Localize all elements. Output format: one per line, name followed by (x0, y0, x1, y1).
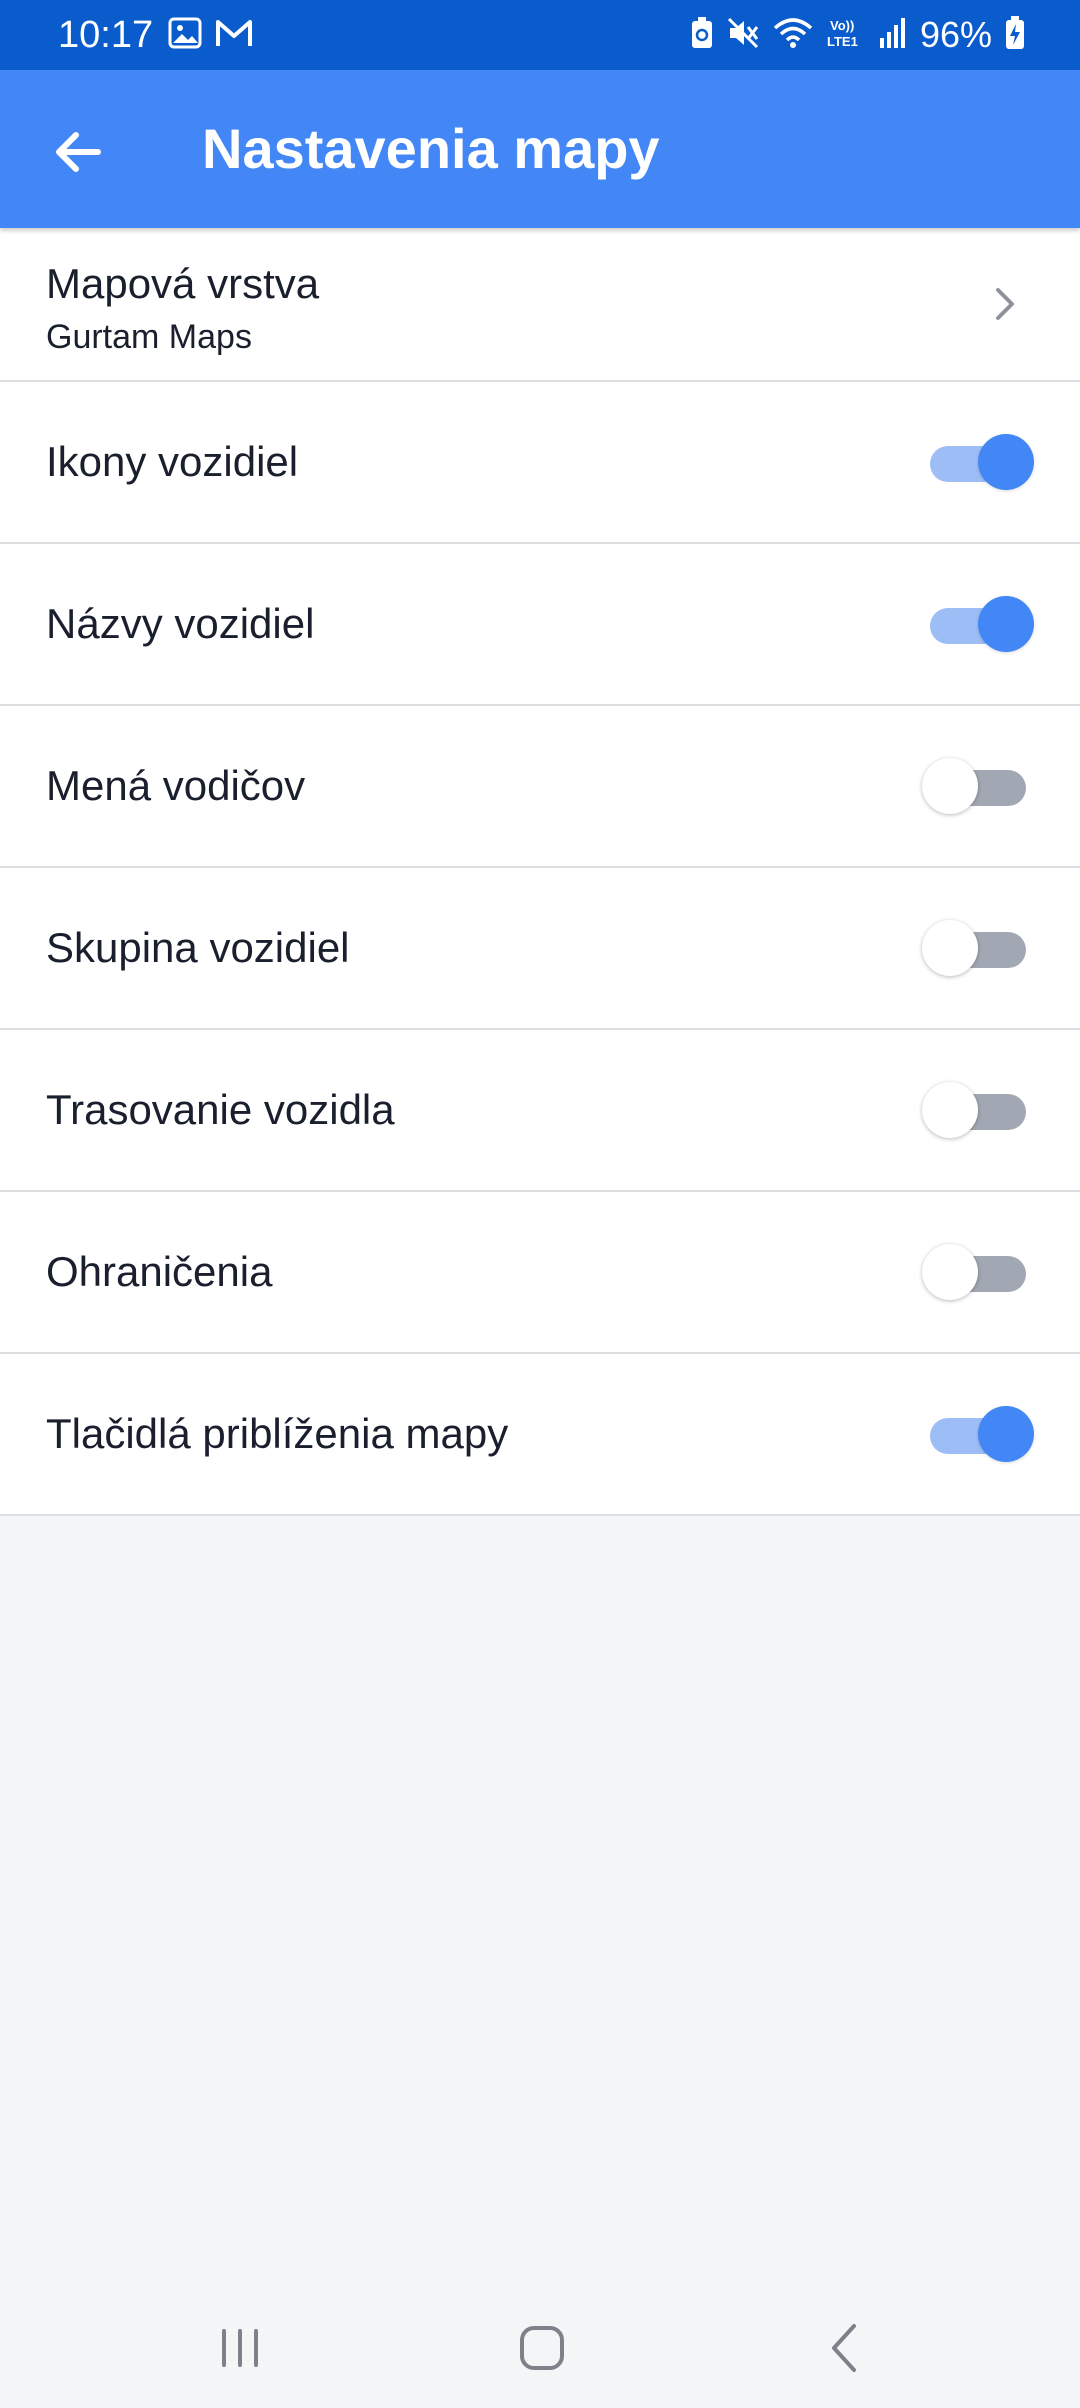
back-icon (832, 2324, 856, 2372)
toggle-switch[interactable] (928, 1406, 1034, 1462)
toggle-switch[interactable] (928, 434, 1034, 490)
toggle-knob (922, 758, 978, 814)
status-right-icons: Vo)) LTE1 96% (690, 12, 1026, 58)
page-title: Nastavenia mapy (202, 117, 660, 180)
toggle-knob (922, 1244, 978, 1300)
system-nav-bar (0, 2278, 1080, 2408)
svg-text:Vo)): Vo)) (830, 18, 854, 33)
gmail-icon (214, 16, 254, 55)
status-left-icons (168, 16, 254, 55)
toggle-switch[interactable] (922, 1244, 1028, 1300)
setting-row-vehicle-names: Názvy vozidiel (0, 544, 1080, 706)
wifi-icon (772, 16, 814, 55)
setting-row-zoom-buttons: Tlačidlá priblíženia mapy (0, 1354, 1080, 1516)
map-layer-value: Gurtam Maps (46, 318, 252, 356)
status-bar: 10:17 Vo)) LTE1 96% (0, 0, 1080, 70)
system-back-button[interactable] (806, 2308, 886, 2388)
map-layer-row[interactable]: Mapová vrstva Gurtam Maps (0, 228, 1080, 382)
setting-row-driver-names: Mená vodičov (0, 706, 1080, 868)
home-button[interactable] (502, 2308, 582, 2388)
recent-apps-icon (222, 2329, 258, 2367)
arrow-left-icon (56, 132, 101, 172)
setting-label: Trasovanie vozidla (46, 1086, 395, 1133)
toggle-knob (978, 1406, 1034, 1462)
settings-list: Mapová vrstva Gurtam Maps Ikony vozidiel… (0, 228, 1080, 1516)
svg-text:LTE1: LTE1 (827, 34, 858, 49)
battery-icon (1004, 15, 1026, 56)
setting-label: Názvy vozidiel (46, 600, 315, 647)
volte-icon: Vo)) LTE1 (826, 16, 866, 55)
setting-label: Ikony vozidiel (46, 438, 299, 485)
toggle-knob (922, 1082, 978, 1138)
back-button[interactable] (40, 114, 116, 190)
setting-row-vehicle-group: Skupina vozidiel (0, 868, 1080, 1030)
toggle-knob (978, 596, 1034, 652)
home-icon (520, 2326, 564, 2370)
setting-label: Mená vodičov (46, 762, 306, 809)
setting-label: Skupina vozidiel (46, 924, 350, 971)
gallery-icon (168, 16, 202, 55)
toggle-knob (978, 434, 1034, 490)
toggle-switch[interactable] (922, 1082, 1028, 1138)
setting-row-geofences: Ohraničenia (0, 1192, 1080, 1354)
toggle-knob (922, 920, 978, 976)
setting-row-vehicle-tracking: Trasovanie vozidla (0, 1030, 1080, 1192)
setting-label: Tlačidlá priblíženia mapy (46, 1410, 509, 1457)
battery-saver-icon (690, 16, 714, 55)
toggle-switch[interactable] (922, 758, 1028, 814)
battery-percentage: 96% (919, 14, 992, 55)
toggle-switch[interactable] (928, 596, 1034, 652)
toggle-switch[interactable] (922, 920, 1028, 976)
chevron-right-icon (996, 288, 1014, 320)
setting-row-vehicle-icons: Ikony vozidiel (0, 382, 1080, 544)
mute-icon (726, 16, 760, 55)
recent-apps-button[interactable] (200, 2308, 280, 2388)
signal-icon (878, 16, 908, 55)
app-bar: Nastavenia mapy (0, 70, 1080, 228)
setting-label: Ohraničenia (46, 1248, 273, 1295)
status-time: 10:17 (58, 14, 154, 56)
map-layer-title: Mapová vrstva (46, 260, 320, 307)
